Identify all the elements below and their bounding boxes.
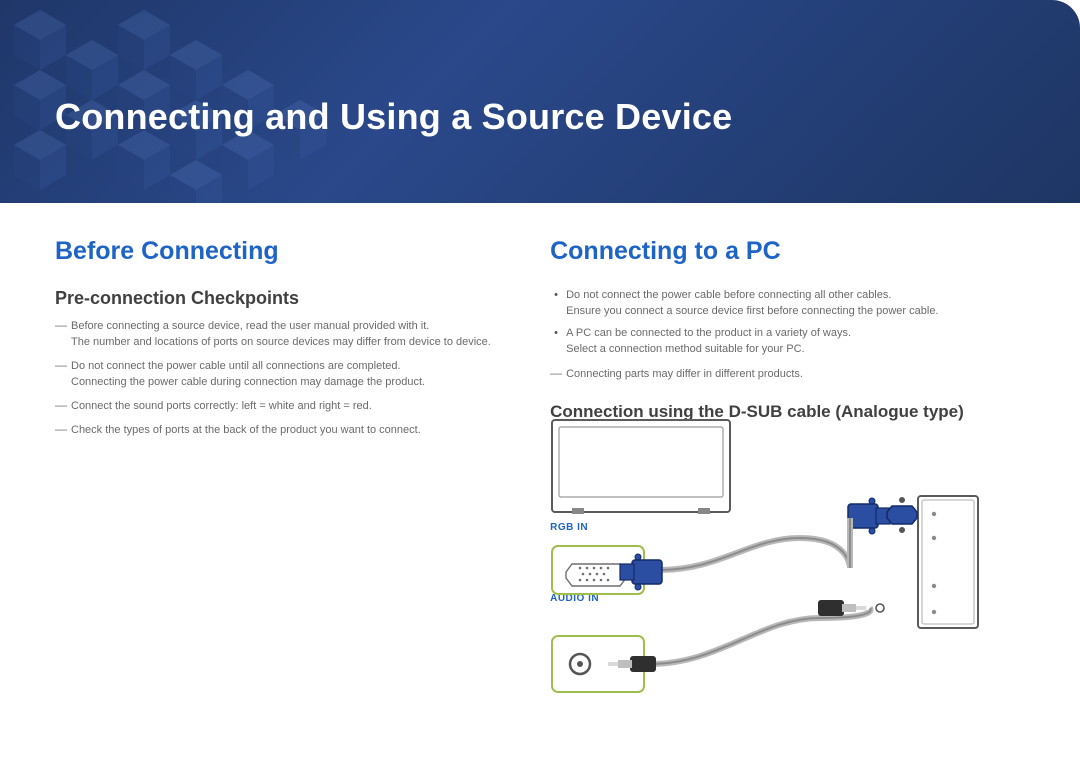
list-text: Do not connect the power cable before co… (566, 289, 891, 301)
list-text: Do not connect the power cable until all… (71, 360, 401, 372)
list-item: A PC can be connected to the product in … (550, 326, 1025, 358)
pc-tower-icon (918, 496, 978, 628)
chapter-title: Connecting and Using a Source Device (55, 96, 732, 138)
list-subtext: The number and locations of ports on sou… (71, 335, 510, 351)
note-text: Connecting parts may differ in different… (550, 368, 1025, 380)
list-subtext: Select a connection method suitable for … (566, 342, 1025, 358)
checkpoints-list: Before connecting a source device, read … (55, 319, 510, 439)
list-item: Do not connect the power cable before co… (550, 288, 1025, 320)
list-item: Check the types of ports at the back of … (55, 423, 510, 439)
list-text: Connect the sound ports correctly: left … (71, 400, 372, 412)
list-item: Connect the sound ports correctly: left … (55, 399, 510, 415)
list-text: A PC can be connected to the product in … (566, 327, 851, 339)
list-subtext: Ensure you connect a source device first… (566, 304, 1025, 320)
right-column: Connecting to a PC Do not connect the po… (550, 237, 1025, 608)
page: Connecting and Using a Source Device Bef… (0, 0, 1080, 763)
chapter-banner: Connecting and Using a Source Device (0, 0, 1080, 203)
list-text: Before connecting a source device, read … (71, 320, 429, 332)
left-column: Before Connecting Pre-connection Checkpo… (55, 237, 510, 608)
connection-diagram (550, 418, 985, 728)
list-text: Check the types of ports at the back of … (71, 424, 421, 436)
pc-bullets: Do not connect the power cable before co… (550, 288, 1025, 358)
list-item: Do not connect the power cable until all… (55, 359, 510, 391)
list-subtext: Connecting the power cable during connec… (71, 375, 510, 391)
content-area: Before Connecting Pre-connection Checkpo… (0, 203, 1080, 608)
subheading-checkpoints: Pre-connection Checkpoints (55, 288, 510, 309)
list-item: Before connecting a source device, read … (55, 319, 510, 351)
audio-cable-icon (608, 600, 884, 672)
section-heading-before: Before Connecting (55, 237, 510, 266)
monitor-icon (552, 420, 730, 514)
section-heading-pc: Connecting to a PC (550, 237, 1025, 266)
